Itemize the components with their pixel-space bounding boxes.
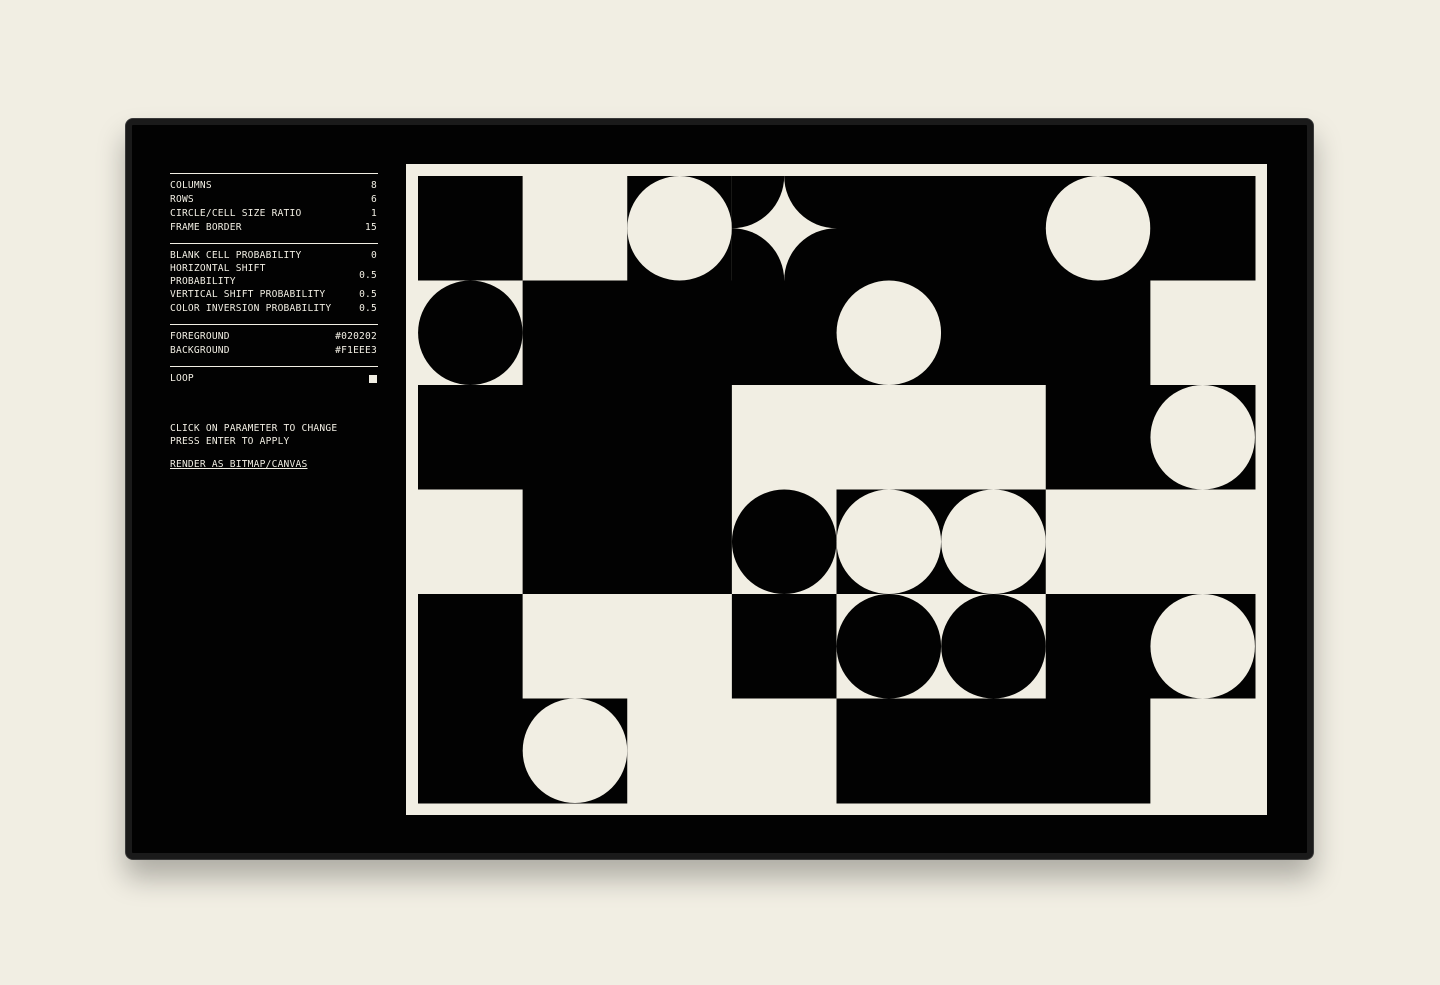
cell-circle-light [627, 176, 732, 281]
param-horizontal-shift-probability[interactable]: HORIZONTAL SHIFT PROBABILITY 0.5 [170, 263, 378, 288]
cell-light [418, 489, 524, 595]
param-value[interactable]: 0.5 [359, 288, 377, 302]
cell-circle-dark [731, 489, 837, 594]
param-label: COLOR INVERSION PROBABILITY [170, 303, 332, 314]
cell-light [731, 385, 837, 490]
cell-light [522, 594, 628, 699]
cell-light [731, 698, 837, 804]
cell-light [522, 176, 628, 281]
cell-light [941, 385, 1047, 490]
cell-light [1045, 489, 1151, 595]
help-text: CLICK ON PARAMETER TO CHANGE PRESS ENTER… [170, 422, 378, 448]
cell-circle-dark [418, 280, 523, 385]
param-value[interactable]: 15 [365, 221, 377, 235]
param-label: HORIZONTAL SHIFT PROBABILITY [170, 263, 266, 287]
param-value[interactable]: 0 [371, 249, 377, 263]
cell-dark [1045, 385, 1151, 490]
cell-light [627, 698, 733, 804]
cell-dark [836, 176, 942, 281]
cell-circle-light [522, 698, 628, 803]
param-columns[interactable]: COLUMNS 8 [170, 179, 378, 193]
cell-dark [1045, 280, 1151, 386]
cell-light [627, 594, 733, 699]
param-value[interactable]: 1 [371, 207, 377, 221]
cell-light [836, 385, 942, 490]
param-value[interactable]: 6 [371, 193, 377, 207]
render-bitmap-link[interactable]: RENDER AS BITMAP/CANVAS [170, 458, 378, 472]
param-value[interactable]: #F1EEE3 [335, 344, 377, 358]
cell-circle-light [1150, 385, 1255, 490]
cell-circle-dark [836, 594, 942, 699]
cell-dark [731, 280, 837, 386]
cell-circle-light [836, 489, 942, 594]
param-value[interactable]: 0.5 [359, 269, 377, 283]
cell-circle-light [1150, 594, 1255, 699]
cell-marker [731, 175, 732, 176]
cell-dark [941, 698, 1047, 804]
cell-dark [941, 176, 1047, 281]
cell-dark [627, 280, 733, 386]
pattern-artboard [406, 164, 1267, 815]
cell-light [1150, 489, 1256, 595]
param-value[interactable]: #020202 [335, 330, 377, 344]
loop-checkbox[interactable] [369, 375, 377, 383]
loop-group: LOOP [170, 366, 378, 394]
cell-dark [418, 698, 524, 804]
cell-dark [836, 698, 942, 804]
help-line-change: CLICK ON PARAMETER TO CHANGE [170, 423, 338, 434]
param-value[interactable]: 0.5 [359, 302, 377, 316]
param-background[interactable]: BACKGROUND #F1EEE3 [170, 344, 378, 358]
param-loop[interactable]: LOOP [170, 372, 378, 386]
grid-params-group: COLUMNS 8 ROWS 6 CIRCLE/CELL SIZE RATIO 1 F… [170, 173, 378, 243]
param-label: ROWS [170, 194, 194, 205]
cell-dark [418, 385, 524, 490]
param-label: BACKGROUND [170, 345, 230, 356]
param-color-inversion-probability[interactable]: COLOR INVERSION PROBABILITY 0.5 [170, 302, 378, 316]
cell-light [1150, 698, 1256, 804]
cell-dark [1045, 594, 1151, 699]
cell-dark [627, 489, 733, 595]
param-label: FRAME BORDER [170, 222, 242, 233]
cell-dark [522, 489, 628, 595]
cell-light [1150, 280, 1256, 386]
param-foreground[interactable]: FOREGROUND #020202 [170, 330, 378, 344]
cell-dark [1150, 176, 1256, 281]
param-vertical-shift-probability[interactable]: VERTICAL SHIFT PROBABILITY 0.5 [170, 288, 378, 302]
cell-dark [941, 280, 1047, 386]
parameter-panel: COLUMNS 8 ROWS 6 CIRCLE/CELL SIZE RATIO 1 F… [170, 173, 378, 472]
cell-dark [731, 594, 837, 699]
cell-circle-light [1045, 176, 1151, 281]
cell-dark [1045, 698, 1151, 804]
cell-dark [627, 385, 733, 490]
color-params-group: FOREGROUND #020202 BACKGROUND #F1EEE3 [170, 324, 378, 366]
cell-dark [522, 385, 628, 490]
param-label: COLUMNS [170, 180, 212, 191]
param-label: CIRCLE/CELL SIZE RATIO [170, 208, 302, 219]
cell-dark [418, 594, 524, 699]
probability-params-group: BLANK CELL PROBABILITY 0 HORIZONTAL SHIFT… [170, 243, 378, 324]
cell-circle-light [941, 489, 1046, 594]
pattern-canvas [418, 175, 1256, 804]
cell-dark [418, 176, 524, 281]
cell-circle-light [836, 280, 942, 385]
param-label: FOREGROUND [170, 331, 230, 342]
param-blank-cell-probability[interactable]: BLANK CELL PROBABILITY 0 [170, 249, 378, 263]
param-label: VERTICAL SHIFT PROBABILITY [170, 289, 326, 300]
param-value[interactable]: 8 [371, 179, 377, 193]
cell-circle-dark [941, 594, 1046, 699]
cell-dark [522, 280, 628, 386]
param-label: BLANK CELL PROBABILITY [170, 250, 302, 261]
param-frame-border[interactable]: FRAME BORDER 15 [170, 221, 378, 235]
param-circle-cell-ratio[interactable]: CIRCLE/CELL SIZE RATIO 1 [170, 207, 378, 221]
help-line-apply: PRESS ENTER TO APPLY [170, 436, 290, 447]
param-rows[interactable]: ROWS 6 [170, 193, 378, 207]
param-label: LOOP [170, 373, 194, 384]
